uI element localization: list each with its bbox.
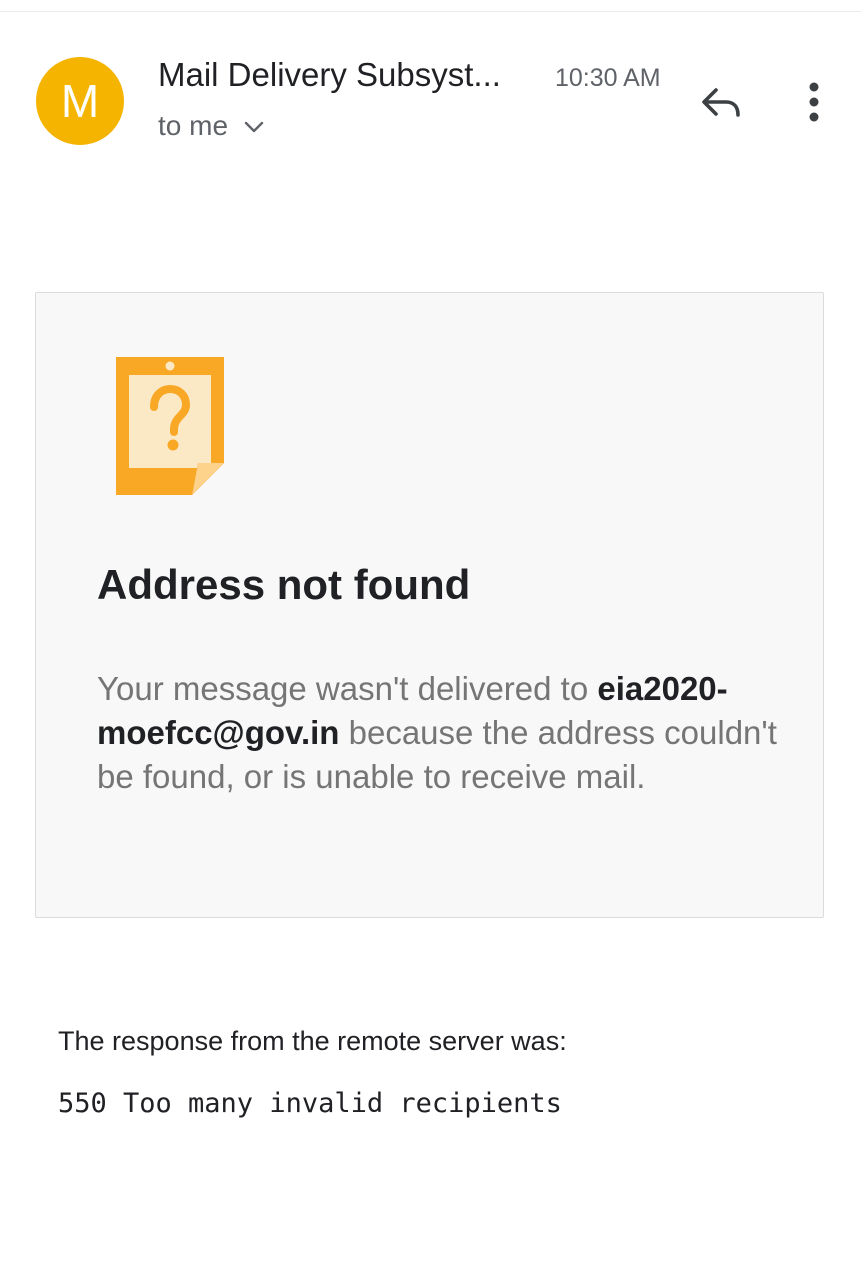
question-note-icon (116, 357, 224, 495)
recipient-details-toggle[interactable]: to me (158, 110, 264, 142)
more-vert-icon[interactable] (794, 78, 834, 126)
top-divider (0, 11, 861, 12)
message-text-before: Your message wasn't delivered to (97, 670, 598, 707)
sender-avatar[interactable]: M (36, 57, 124, 145)
message-time: 10:30 AM (555, 64, 661, 92)
server-response-code: 550 Too many invalid recipients (58, 1088, 562, 1119)
chevron-down-icon (244, 121, 264, 133)
reply-icon[interactable] (696, 78, 744, 126)
card-title: Address not found (97, 561, 471, 608)
bounce-notice-card: Address not found Your message wasn't de… (35, 292, 824, 918)
card-message: Your message wasn't delivered to eia2020… (97, 667, 787, 799)
server-response-label: The response from the remote server was: (58, 1026, 567, 1056)
sender-name[interactable]: Mail Delivery Subsyst... (158, 56, 501, 94)
recipient-label: to me (158, 110, 229, 141)
avatar-letter: M (60, 75, 100, 127)
